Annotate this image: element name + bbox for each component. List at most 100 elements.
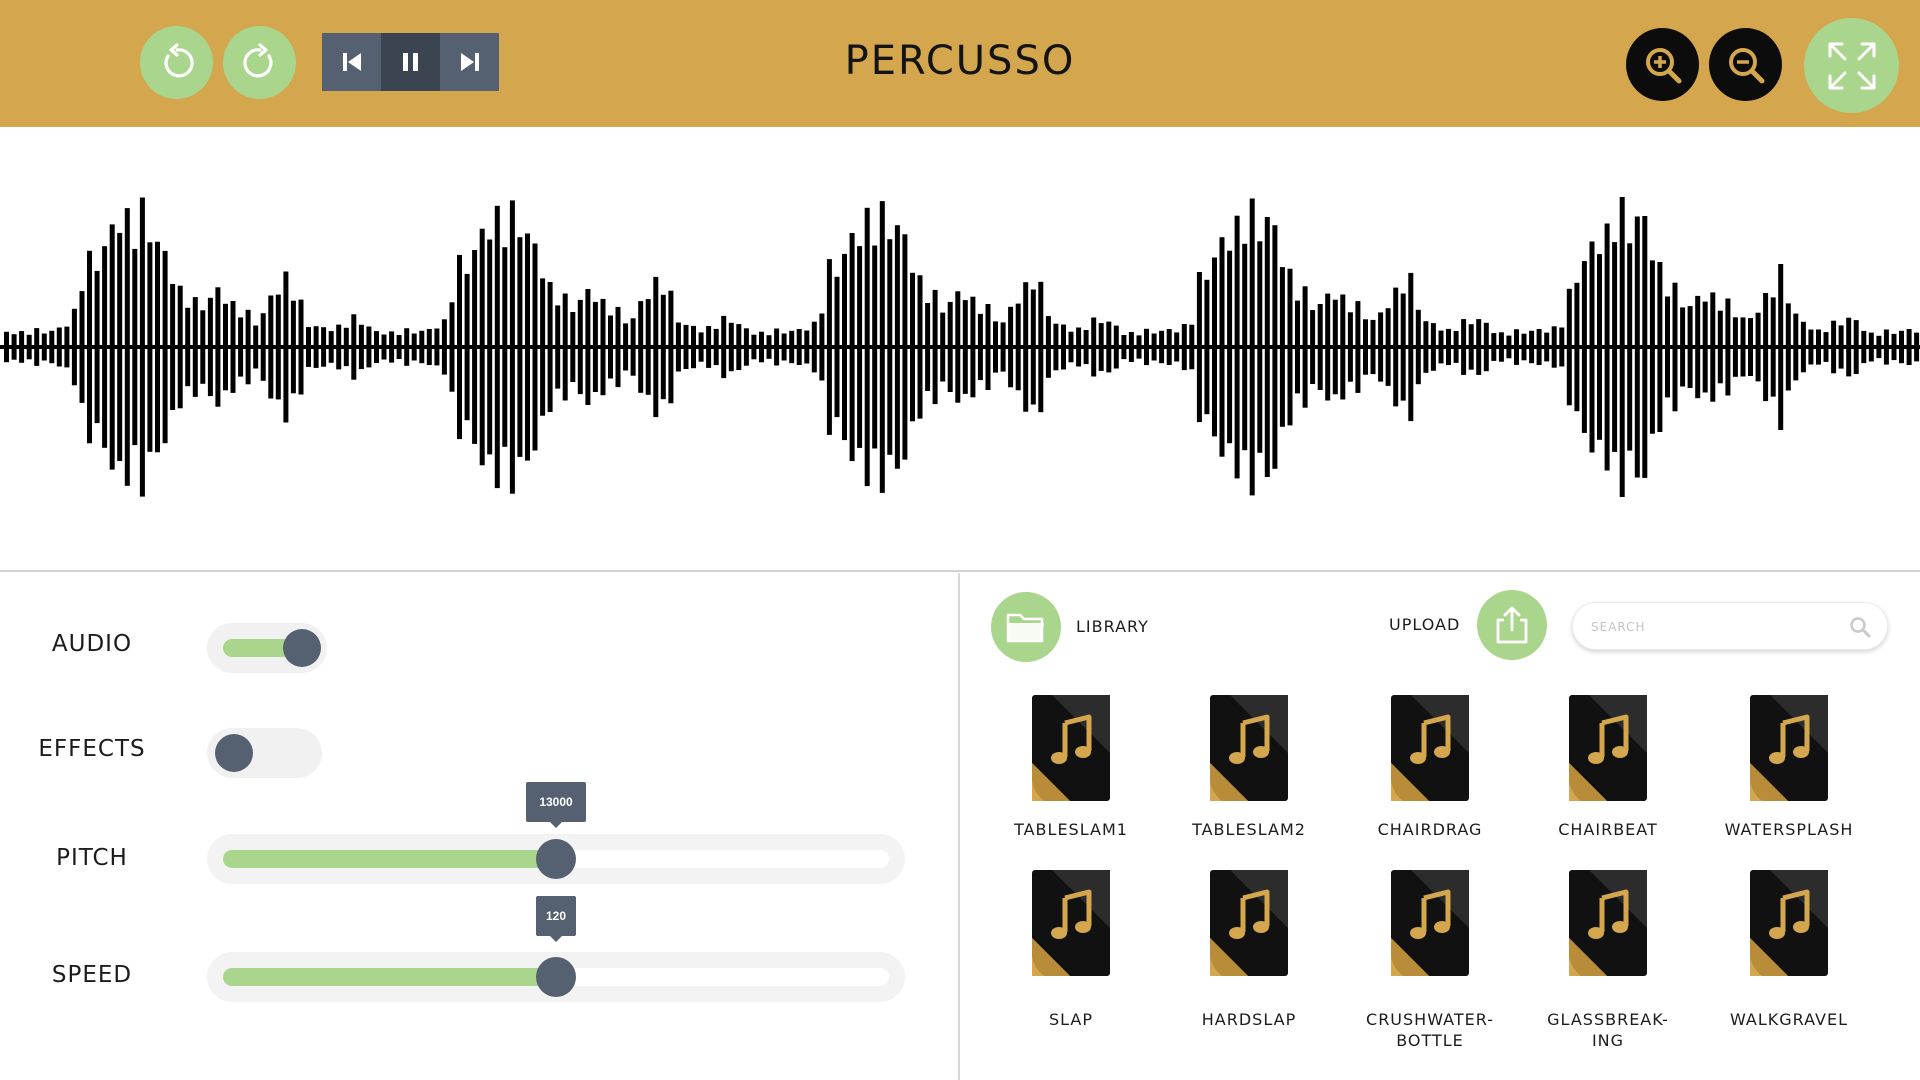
waveform-bar bbox=[343, 327, 349, 367]
waveform-bar bbox=[502, 247, 508, 447]
upload-button[interactable] bbox=[1477, 590, 1547, 660]
sound-file-label: WALKGRAVEL bbox=[1729, 1010, 1849, 1029]
sound-file-item[interactable]: WALKGRAVEL bbox=[1704, 868, 1874, 1030]
waveform-bar bbox=[698, 332, 704, 362]
waveform-bar bbox=[1778, 264, 1784, 430]
waveform-bar bbox=[162, 250, 168, 444]
sound-file-item[interactable]: HARDSLAP bbox=[1164, 868, 1334, 1030]
waveform-bar bbox=[283, 271, 289, 423]
waveform-bar bbox=[819, 313, 825, 381]
music-file-icon[interactable] bbox=[1208, 693, 1290, 805]
music-file-icon[interactable] bbox=[1567, 693, 1649, 805]
waveform-bar bbox=[87, 250, 92, 444]
waveform-bar bbox=[600, 298, 606, 396]
waveform-bar bbox=[1121, 335, 1127, 360]
waveform-bar bbox=[449, 302, 455, 392]
music-file-icon[interactable] bbox=[1748, 868, 1830, 980]
audio-toggle-knob[interactable] bbox=[283, 629, 321, 667]
waveform-bar bbox=[26, 334, 32, 360]
waveform[interactable] bbox=[0, 127, 1920, 570]
waveform-bar bbox=[464, 273, 470, 421]
folder-icon bbox=[1006, 613, 1044, 643]
waveform-bar bbox=[404, 328, 410, 366]
search-input[interactable] bbox=[1591, 615, 1831, 639]
waveform-bar bbox=[1506, 335, 1512, 359]
pause-button[interactable] bbox=[381, 33, 440, 91]
fullscreen-icon bbox=[1828, 42, 1875, 89]
sound-file-item[interactable]: CHAIRBEAT bbox=[1523, 693, 1693, 840]
speed-slider-knob[interactable] bbox=[536, 957, 576, 997]
waveform-bar bbox=[200, 310, 206, 384]
waveform-bar bbox=[887, 239, 893, 455]
sound-file-item[interactable]: CHAIRDRAG bbox=[1345, 693, 1515, 840]
pitch-value-tooltip: 13000 bbox=[526, 782, 586, 828]
pitch-slider[interactable] bbox=[207, 834, 905, 884]
skip-forward-icon bbox=[460, 53, 479, 71]
search-box[interactable] bbox=[1572, 602, 1888, 650]
waveform-bar bbox=[623, 323, 629, 371]
waveform-bar bbox=[1785, 303, 1791, 391]
zoom-in-button[interactable] bbox=[1626, 28, 1699, 101]
waveform-bar bbox=[1453, 331, 1459, 363]
sound-file-item[interactable]: TABLESLAM2 bbox=[1164, 693, 1334, 840]
waveform-bar bbox=[1385, 308, 1391, 386]
waveform-bar bbox=[1287, 268, 1293, 426]
skip-forward-button[interactable] bbox=[440, 33, 499, 91]
speed-slider[interactable] bbox=[207, 952, 905, 1002]
upload-label[interactable]: UPLOAD bbox=[1389, 615, 1460, 634]
waveform-bar bbox=[1347, 312, 1353, 382]
waveform-bar bbox=[434, 328, 440, 366]
waveform-bar bbox=[638, 301, 644, 393]
music-file-icon[interactable] bbox=[1748, 693, 1830, 805]
sound-file-item[interactable]: WATERSPLASH bbox=[1704, 693, 1874, 840]
music-file-icon[interactable] bbox=[1389, 693, 1471, 805]
music-file-icon[interactable] bbox=[1567, 868, 1649, 980]
waveform-bar bbox=[1106, 321, 1112, 373]
redo-button[interactable] bbox=[223, 26, 296, 99]
search-icon[interactable] bbox=[1849, 616, 1871, 638]
waveform-bar bbox=[1748, 318, 1753, 376]
waveform-bar bbox=[290, 300, 296, 394]
waveform-bar bbox=[1295, 300, 1300, 394]
waveform-bar bbox=[547, 282, 553, 412]
effects-toggle[interactable] bbox=[207, 728, 322, 778]
sound-file-item[interactable]: GLASSBREAK- ING bbox=[1523, 868, 1693, 1051]
waveform-bar bbox=[1461, 319, 1467, 375]
waveform-bar bbox=[917, 275, 923, 419]
waveform-bar bbox=[245, 309, 251, 385]
waveform-bar bbox=[1604, 223, 1610, 471]
waveform-bar bbox=[857, 246, 863, 448]
waveform-bar bbox=[721, 315, 727, 379]
fullscreen-button[interactable] bbox=[1804, 18, 1899, 113]
sound-file-label: GLASSBREAK- ING bbox=[1547, 1010, 1669, 1050]
waveform-bar bbox=[577, 299, 583, 395]
library-button[interactable] bbox=[991, 592, 1061, 662]
music-file-icon[interactable] bbox=[1030, 868, 1112, 980]
zoom-out-button[interactable] bbox=[1709, 28, 1782, 101]
waveform-bar bbox=[592, 301, 598, 392]
music-file-icon[interactable] bbox=[1389, 868, 1471, 980]
waveform-bar bbox=[1083, 330, 1089, 365]
waveform-panel[interactable] bbox=[0, 127, 1920, 572]
waveform-bar bbox=[56, 327, 62, 367]
music-file-icon[interactable] bbox=[1030, 693, 1112, 805]
effects-toggle-knob[interactable] bbox=[215, 734, 253, 772]
library-label[interactable]: LIBRARY bbox=[1076, 617, 1149, 636]
audio-toggle[interactable] bbox=[207, 623, 327, 673]
sound-file-item[interactable]: TABLESLAM1 bbox=[986, 693, 1156, 840]
sound-file-label: CHAIRBEAT bbox=[1558, 820, 1658, 839]
music-file-icon[interactable] bbox=[1208, 868, 1290, 980]
waveform-bar bbox=[706, 326, 712, 368]
waveform-bar bbox=[1491, 333, 1497, 361]
waveform-bar bbox=[1166, 329, 1172, 365]
skip-back-button[interactable] bbox=[322, 33, 381, 91]
waveform-bar bbox=[1446, 328, 1451, 365]
sound-file-item[interactable]: SLAP bbox=[986, 868, 1156, 1030]
waveform-bar bbox=[849, 233, 855, 462]
pitch-slider-knob[interactable] bbox=[536, 839, 576, 879]
waveform-bar bbox=[562, 293, 568, 401]
waveform-bar bbox=[298, 299, 304, 395]
undo-button[interactable] bbox=[140, 26, 213, 99]
speed-value-tooltip: 120 bbox=[536, 896, 576, 942]
sound-file-item[interactable]: CRUSHWATER- BOTTLE bbox=[1345, 868, 1515, 1051]
